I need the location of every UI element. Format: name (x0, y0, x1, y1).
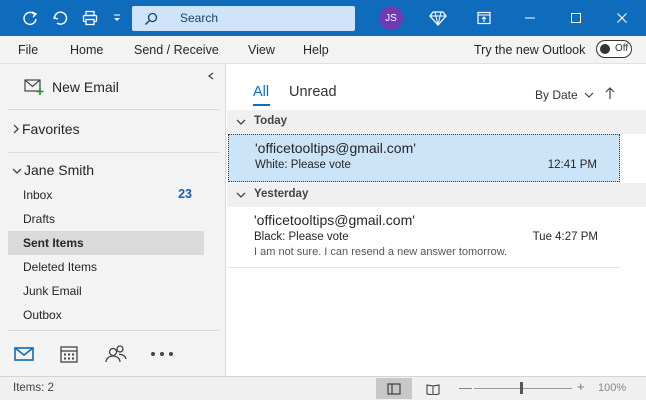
undo-icon[interactable] (46, 0, 74, 36)
sort-direction-icon[interactable] (605, 86, 615, 103)
search-icon (144, 12, 158, 29)
divider (8, 109, 220, 110)
zoom-level[interactable]: 100% (598, 382, 626, 394)
try-new-outlook-toggle[interactable]: Off (596, 40, 632, 58)
message-subject: Black: Please vote (254, 231, 349, 243)
normal-view-icon (387, 382, 401, 395)
divider (8, 152, 220, 153)
folder-label: Junk Email (23, 284, 82, 298)
menu-send-receive[interactable]: Send / Receive (134, 43, 219, 57)
toggle-label: Off (615, 43, 629, 54)
folder-label: Deleted Items (23, 260, 98, 274)
folder-junk-email[interactable]: Junk Email (8, 279, 204, 303)
menu-home[interactable]: Home (70, 43, 103, 57)
send-receive-icon[interactable] (16, 0, 44, 36)
premium-diamond-icon[interactable] (424, 0, 452, 36)
folder-label: Drafts (23, 212, 56, 226)
message-item[interactable]: 'officetooltips@gmail.com' Black: Please… (228, 207, 620, 267)
people-icon[interactable] (104, 340, 128, 368)
chevron-down-icon (236, 189, 246, 203)
collapse-pane-icon[interactable] (207, 72, 215, 83)
tab-all[interactable]: All (253, 84, 269, 100)
active-tab-underline (253, 104, 270, 106)
message-time: 12:41 PM (547, 159, 597, 171)
message-subject: White: Please vote (255, 159, 351, 171)
new-email-button[interactable]: New Email (24, 78, 119, 96)
folder-sent-items[interactable]: Sent Items (8, 231, 204, 255)
close-icon[interactable] (608, 0, 636, 36)
divider (227, 267, 620, 268)
ribbon-display-options-icon[interactable] (470, 0, 498, 36)
zoom-out-button[interactable]: — (459, 380, 472, 395)
favorites-header[interactable]: Favorites (12, 121, 80, 137)
folder-label: Inbox (23, 188, 53, 202)
module-nav (0, 340, 226, 370)
zoom-in-button[interactable]: + (577, 379, 585, 394)
folder-deleted-items[interactable]: Deleted Items (8, 255, 204, 279)
reading-view-button[interactable] (415, 378, 451, 399)
chevron-right-icon (13, 124, 19, 134)
message-sender: 'officetooltips@gmail.com' (255, 140, 416, 156)
message-preview: I am not sure. I can resend a new answer… (254, 246, 508, 258)
zoom-slider-thumb[interactable] (520, 382, 523, 394)
print-icon[interactable] (76, 0, 104, 36)
group-header-today[interactable]: Today (227, 110, 646, 134)
minimize-icon[interactable] (516, 0, 544, 36)
divider (8, 330, 220, 331)
toggle-knob (600, 44, 610, 54)
folder-outbox[interactable]: Outbox (8, 303, 204, 327)
folder-label: Sent Items (23, 236, 84, 250)
unread-count: 23 (178, 187, 192, 201)
message-list-pane: All Unread By Date Today 'officetooltips… (227, 64, 646, 376)
calendar-icon[interactable] (59, 340, 79, 368)
message-item[interactable]: 'officetooltips@gmail.com' White: Please… (228, 134, 620, 182)
reading-view-icon (426, 383, 440, 395)
customize-toolbar-icon[interactable] (108, 0, 126, 36)
new-mail-icon (24, 79, 44, 95)
title-bar: Search JS (0, 0, 646, 36)
mail-icon[interactable] (13, 340, 35, 368)
menu-view[interactable]: View (248, 43, 275, 57)
favorites-label: Favorites (22, 121, 80, 137)
new-email-label: New Email (52, 79, 119, 95)
status-bar: Items: 2 — + 100% (0, 376, 646, 400)
menu-help[interactable]: Help (303, 43, 329, 57)
chevron-down-icon (12, 168, 22, 174)
folder-label: Outbox (23, 308, 62, 322)
menu-bar: File Home Send / Receive View Help Try t… (0, 36, 646, 64)
folder-pane: New Email Favorites Jane Smith Inbox 23 … (0, 64, 226, 376)
search-box[interactable]: Search (132, 6, 355, 31)
try-new-outlook-label: Try the new Outlook (474, 43, 586, 57)
message-sender: 'officetooltips@gmail.com' (254, 212, 415, 228)
tab-unread[interactable]: Unread (289, 84, 337, 100)
account-label: Jane Smith (24, 162, 95, 178)
message-time: Tue 4:27 PM (532, 231, 598, 243)
folder-inbox[interactable]: Inbox 23 (8, 183, 204, 207)
normal-view-button[interactable] (376, 378, 412, 399)
sort-label: By Date (535, 88, 578, 102)
account-header[interactable]: Jane Smith (12, 162, 94, 178)
item-count: Items: 2 (13, 382, 54, 394)
zoom-slider[interactable] (474, 388, 572, 389)
group-header-yesterday[interactable]: Yesterday (227, 183, 646, 207)
avatar[interactable]: JS (379, 6, 403, 30)
group-label: Yesterday (254, 188, 309, 200)
menu-file[interactable]: File (18, 43, 38, 57)
chevron-down-icon (584, 92, 594, 98)
folder-drafts[interactable]: Drafts (8, 207, 204, 231)
more-icon[interactable] (150, 340, 174, 368)
maximize-icon[interactable] (562, 0, 590, 36)
group-label: Today (254, 115, 288, 127)
search-placeholder: Search (180, 11, 219, 25)
sort-by-dropdown[interactable]: By Date (535, 88, 594, 102)
chevron-down-icon (236, 116, 246, 130)
